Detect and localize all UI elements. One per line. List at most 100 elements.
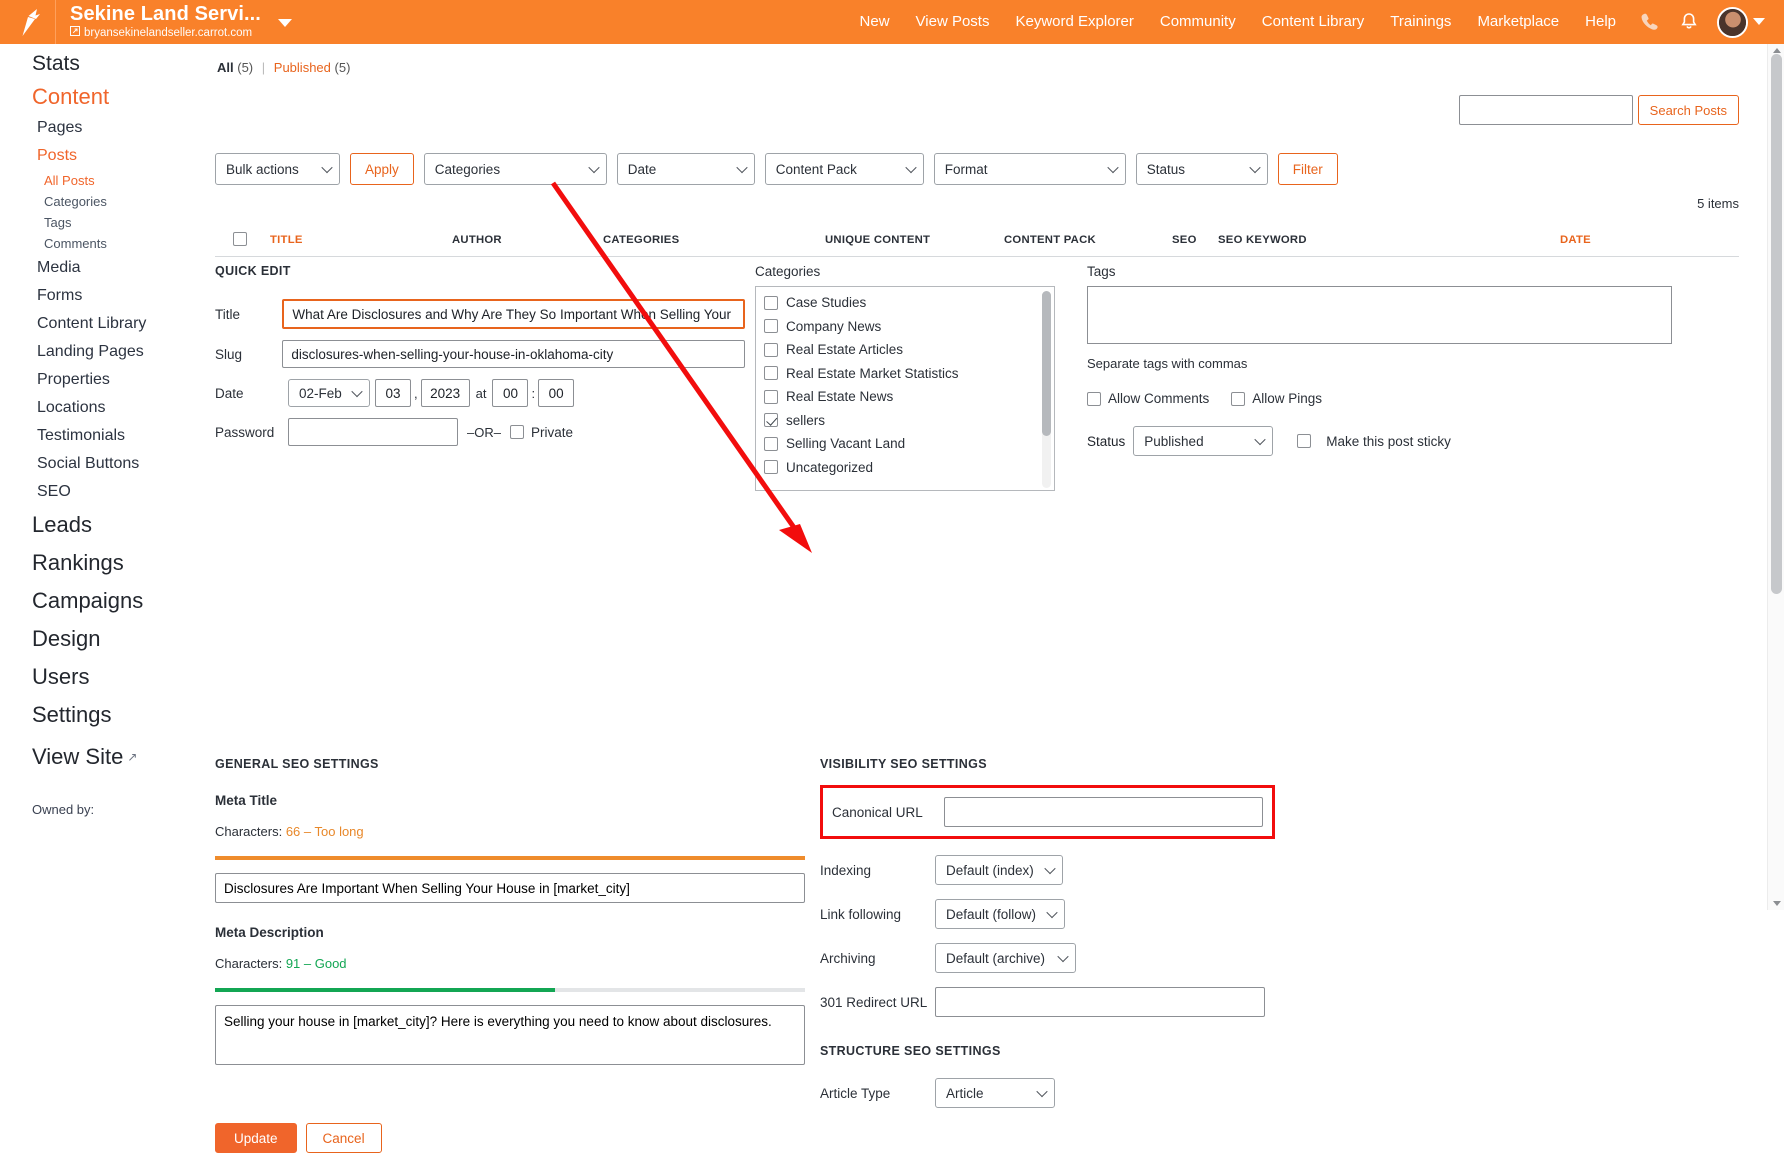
status-filter-select[interactable]: Status — [1136, 153, 1268, 185]
bulk-actions-select[interactable]: Bulk actions — [215, 153, 340, 185]
category-item[interactable]: Real Estate Market Statistics — [764, 366, 1054, 381]
date-minute-input[interactable] — [538, 379, 574, 407]
sidebar-item-landing-pages[interactable]: Landing Pages — [0, 338, 215, 366]
category-checkbox[interactable] — [764, 460, 778, 474]
category-checkbox[interactable] — [764, 413, 778, 427]
carrot-logo-icon[interactable] — [0, 0, 56, 44]
sidebar-item-campaigns[interactable]: Campaigns — [0, 582, 215, 620]
nav-help[interactable]: Help — [1572, 0, 1629, 44]
date-day-input[interactable] — [375, 379, 411, 407]
update-button[interactable]: Update — [215, 1123, 297, 1153]
cancel-button[interactable]: Cancel — [306, 1123, 382, 1153]
apply-button[interactable]: Apply — [350, 153, 414, 185]
sidebar-item-leads[interactable]: Leads — [0, 506, 215, 544]
sidebar-item-all-posts[interactable]: All Posts — [0, 170, 215, 191]
search-input[interactable] — [1459, 95, 1633, 125]
password-input[interactable] — [288, 418, 458, 446]
post-status-select[interactable]: Published — [1133, 426, 1273, 456]
sidebar-item-tags[interactable]: Tags — [0, 212, 215, 233]
category-item[interactable]: Real Estate Articles — [764, 342, 1054, 357]
archiving-select[interactable]: Default (archive) — [935, 943, 1076, 973]
sidebar-item-design[interactable]: Design — [0, 620, 215, 658]
article-type-select[interactable]: Article — [935, 1078, 1055, 1108]
sidebar-item-users[interactable]: Users — [0, 658, 215, 696]
sidebar-item-content-library[interactable]: Content Library — [0, 310, 215, 338]
filter-link-published[interactable]: Published — [274, 60, 331, 75]
nav-marketplace[interactable]: Marketplace — [1464, 0, 1572, 44]
date-hour-input[interactable] — [492, 379, 528, 407]
column-header-title[interactable]: TITLE — [270, 234, 303, 246]
category-checkbox[interactable] — [764, 296, 778, 310]
category-item[interactable]: Company News — [764, 319, 1054, 334]
nav-community[interactable]: Community — [1147, 0, 1249, 44]
sidebar-item-locations[interactable]: Locations — [0, 394, 215, 422]
sidebar-item-posts[interactable]: Posts — [0, 142, 215, 170]
categories-scrollbar[interactable] — [1042, 291, 1051, 488]
meta-title-input[interactable] — [215, 873, 805, 903]
sidebar-item-comments[interactable]: Comments — [0, 233, 215, 254]
tags-textarea[interactable] — [1087, 286, 1672, 344]
nav-keyword-explorer[interactable]: Keyword Explorer — [1002, 0, 1146, 44]
category-item[interactable]: Selling Vacant Land — [764, 436, 1054, 451]
column-header-date[interactable]: DATE — [1560, 234, 1591, 246]
sidebar-item-stats[interactable]: Stats — [0, 48, 215, 80]
sidebar-item-social-buttons[interactable]: Social Buttons — [0, 450, 215, 478]
category-checkbox[interactable] — [764, 366, 778, 380]
category-checkbox[interactable] — [764, 319, 778, 333]
indexing-select[interactable]: Default (index) — [935, 855, 1063, 885]
scroll-up-arrow-icon[interactable] — [1773, 48, 1781, 53]
format-filter-select[interactable]: Format — [934, 153, 1126, 185]
bell-icon[interactable] — [1669, 12, 1709, 32]
category-item[interactable]: Real Estate News — [764, 389, 1054, 404]
category-checkbox[interactable] — [764, 437, 778, 451]
chevron-down-icon[interactable] — [277, 15, 293, 33]
date-filter-select[interactable]: Date — [617, 153, 755, 185]
sidebar-item-media[interactable]: Media — [0, 254, 215, 282]
private-checkbox[interactable] — [510, 425, 524, 439]
link-following-select[interactable]: Default (follow) — [935, 899, 1065, 929]
avatar-chevron-down-icon[interactable] — [1752, 13, 1766, 31]
nav-view-posts[interactable]: View Posts — [903, 0, 1003, 44]
category-checkbox[interactable] — [764, 390, 778, 404]
sidebar-item-settings[interactable]: Settings — [0, 696, 215, 734]
scrollbar-thumb[interactable] — [1042, 291, 1051, 436]
title-input[interactable] — [282, 299, 745, 329]
site-switcher[interactable]: Sekine Land Servi... bryansekinelandsell… — [56, 4, 293, 40]
nav-trainings[interactable]: Trainings — [1377, 0, 1464, 44]
sidebar-item-categories[interactable]: Categories — [0, 191, 215, 212]
allow-pings-checkbox[interactable] — [1231, 392, 1245, 406]
allow-comments-checkbox[interactable] — [1087, 392, 1101, 406]
slug-input[interactable] — [282, 340, 745, 368]
sidebar-item-view-site[interactable]: View Site↗ — [0, 734, 215, 774]
sidebar-item-rankings[interactable]: Rankings — [0, 544, 215, 582]
user-avatar[interactable] — [1717, 7, 1748, 38]
nav-content-library[interactable]: Content Library — [1249, 0, 1378, 44]
categories-checklist[interactable]: Case Studies Company News Real Estate Ar… — [755, 286, 1055, 491]
redirect-url-input[interactable] — [935, 987, 1265, 1017]
sidebar-item-properties[interactable]: Properties — [0, 366, 215, 394]
category-item[interactable]: Case Studies — [764, 295, 1054, 310]
sticky-checkbox[interactable] — [1297, 434, 1311, 448]
sidebar-item-pages[interactable]: Pages — [0, 114, 215, 142]
sidebar-item-forms[interactable]: Forms — [0, 282, 215, 310]
search-posts-button[interactable]: Search Posts — [1638, 95, 1739, 125]
categories-filter-select[interactable]: Categories — [424, 153, 607, 185]
content-pack-filter-select[interactable]: Content Pack — [765, 153, 924, 185]
scroll-down-arrow-icon[interactable] — [1773, 901, 1781, 906]
phone-icon[interactable] — [1629, 12, 1669, 32]
sidebar-item-testimonials[interactable]: Testimonials — [0, 422, 215, 450]
nav-new[interactable]: New — [847, 0, 903, 44]
date-year-input[interactable] — [421, 379, 470, 407]
category-item[interactable]: sellers — [764, 413, 1054, 428]
filter-link-all[interactable]: All — [217, 60, 234, 75]
filter-button[interactable]: Filter — [1278, 153, 1338, 185]
page-scrollbar[interactable] — [1767, 44, 1784, 910]
sidebar-item-seo[interactable]: SEO — [0, 478, 215, 506]
category-item[interactable]: Uncategorized — [764, 460, 1054, 475]
category-checkbox[interactable] — [764, 343, 778, 357]
date-month-select[interactable]: 02-Feb — [288, 379, 370, 407]
select-all-checkbox[interactable] — [233, 232, 247, 246]
meta-description-textarea[interactable] — [215, 1005, 805, 1065]
page-scrollbar-thumb[interactable] — [1771, 54, 1782, 594]
sidebar-item-content[interactable]: Content — [0, 80, 215, 114]
